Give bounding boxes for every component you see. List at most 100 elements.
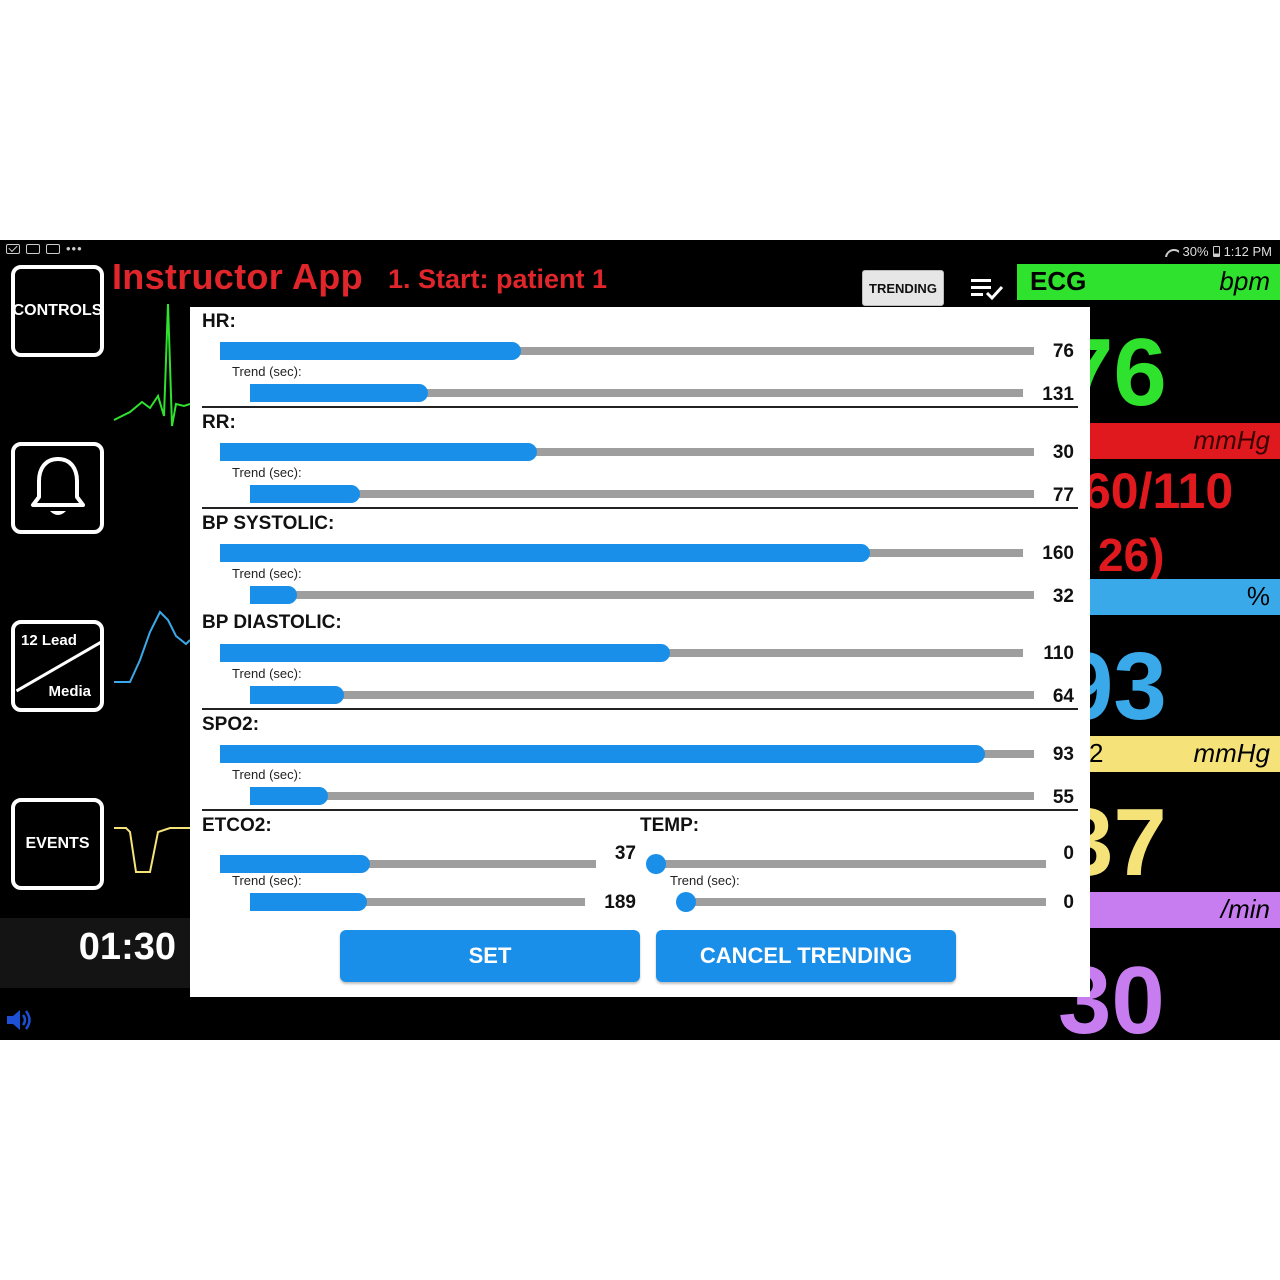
mean-pressure-value: 26) [1098, 529, 1165, 581]
spo2-slider-fill [220, 745, 986, 763]
rr-trend-label: Trend (sec): [232, 465, 302, 480]
app-title: Instructor App [112, 256, 363, 297]
spo2-trend-value: 55 [1052, 787, 1074, 808]
spo2-slider[interactable] [220, 745, 1034, 763]
blood-pressure-value: 60/110 [1083, 463, 1234, 519]
media-icon-2 [46, 244, 60, 254]
controls-label: CONTROLS [12, 302, 103, 319]
rr-title: RR: [202, 412, 236, 433]
etco2-slider[interactable] [220, 855, 596, 873]
hr-title: HR: [202, 311, 236, 332]
temp-trend-knob[interactable] [676, 892, 696, 912]
hr-value: 76 [1052, 341, 1074, 362]
hr-trend-slider[interactable] [250, 384, 1023, 402]
clock: 1:12 PM [1223, 244, 1272, 259]
cancel-trending-label: CANCEL TRENDING [699, 943, 913, 968]
spo2-trend-label: Trend (sec): [232, 767, 302, 782]
media-icon [26, 244, 40, 254]
hr-slider-fill [220, 342, 522, 360]
mail-icon [6, 244, 20, 254]
bp-systolic-trend-fill [250, 586, 298, 604]
rr-trend-value: 77 [1052, 485, 1074, 506]
rr-trend-fill [250, 485, 360, 503]
speaker-icon[interactable] [4, 1006, 32, 1034]
ecg-header: ECG bpm [1017, 264, 1280, 300]
rr-slider[interactable] [220, 443, 1034, 461]
scenario-title: 1. Start: patient 1 [388, 264, 608, 294]
temp-slider[interactable] [646, 854, 1046, 874]
bp-diastolic-slider[interactable] [220, 644, 1023, 662]
capno-waveform [114, 827, 190, 873]
spo2-title: SPO2: [202, 714, 260, 735]
bp-diastolic-value: 110 [1043, 643, 1074, 664]
ecg-label: ECG [1030, 266, 1087, 296]
more-notifications-icon: ••• [66, 241, 83, 256]
bell-icon [30, 457, 85, 515]
twelve-lead-label: 12 Lead [21, 632, 77, 649]
etco2-title: ETCO2: [202, 815, 272, 836]
section-divider [202, 708, 1078, 710]
events-label: EVENTS [25, 835, 90, 852]
bp-systolic-trend-slider[interactable] [250, 586, 1034, 604]
battery-icon [1212, 246, 1220, 257]
etco2-trend-label: Trend (sec): [232, 873, 302, 888]
events-button[interactable]: EVENTS [11, 798, 104, 890]
tablet-screen: ••• 30% 1:12 PM CONTROLS 12 Lead Media E… [0, 240, 1280, 1040]
trending-label: TRENDING [869, 280, 937, 296]
rr-slider-fill [220, 443, 538, 461]
system-status: 30% 1:12 PM [1165, 244, 1272, 259]
etco2-peek: 2 [1089, 738, 1104, 768]
notification-icons: ••• [6, 241, 83, 256]
controls-button[interactable]: CONTROLS [11, 265, 104, 357]
etco2-slider-fill [220, 855, 371, 873]
alarm-button[interactable] [11, 442, 104, 534]
temp-trend-slider[interactable] [676, 892, 1046, 912]
bp-diastolic-trend-value: 64 [1052, 686, 1074, 707]
bp-systolic-value: 160 [1042, 543, 1074, 564]
bp-systolic-title: BP SYSTOLIC: [202, 513, 335, 534]
spo2-value: 93 [1052, 744, 1074, 765]
temp-title: TEMP: [640, 815, 700, 836]
hr-trend-fill [250, 384, 428, 402]
hr-slider[interactable] [220, 342, 1034, 360]
resp-unit: /min [1220, 894, 1270, 924]
twelve-lead-media-button[interactable]: 12 Lead Media [11, 620, 104, 712]
battery-percent: 30% [1182, 244, 1209, 259]
spo2-unit: % [1246, 581, 1270, 611]
bp-diastolic-trend-fill [250, 686, 345, 704]
section-divider [202, 406, 1078, 408]
waveform-strip [113, 303, 190, 873]
temp-slider-knob[interactable] [646, 854, 666, 874]
trending-dialog: HR: 76 Trend (sec): 131 RR: 30 Trend (se… [190, 307, 1090, 997]
ecg-unit: bpm [1219, 266, 1270, 296]
bp-systolic-trend-value: 32 [1052, 586, 1074, 607]
pleth-waveform [114, 610, 190, 683]
bp-systolic-slider[interactable] [220, 544, 1023, 562]
cancel-trending-button[interactable]: CANCEL TRENDING [656, 930, 956, 982]
trending-button[interactable]: TRENDING [862, 270, 944, 306]
etco2-trend-value: 189 [604, 892, 636, 913]
temp-trend-label: Trend (sec): [670, 873, 740, 888]
etco2-trend-fill [250, 893, 368, 911]
rr-trend-slider[interactable] [250, 485, 1034, 503]
spo2-trend-fill [250, 787, 329, 805]
spo2-trend-slider[interactable] [250, 787, 1034, 805]
etco2-trend-slider[interactable] [250, 893, 585, 911]
bp-diastolic-trend-slider[interactable] [250, 686, 1034, 704]
media-label: Media [48, 683, 91, 700]
hr-trend-value: 131 [1042, 384, 1074, 405]
etco2-value: 37 [614, 843, 636, 864]
scenario-timer: 01:30 [78, 926, 176, 968]
section-divider [202, 507, 1078, 509]
bp-diastolic-fill [220, 644, 670, 662]
wifi-icon [1165, 247, 1179, 257]
set-button[interactable]: SET [340, 930, 640, 982]
checklist-icon[interactable] [970, 276, 1004, 302]
bp-unit: mmHg [1193, 425, 1270, 455]
set-label: SET [468, 943, 512, 968]
bp-diastolic-title: BP DIASTOLIC: [202, 612, 342, 633]
section-divider [202, 809, 1078, 811]
bp-systolic-fill [220, 544, 871, 562]
ecg-waveform [113, 303, 190, 427]
etco2-unit: mmHg [1193, 738, 1270, 768]
